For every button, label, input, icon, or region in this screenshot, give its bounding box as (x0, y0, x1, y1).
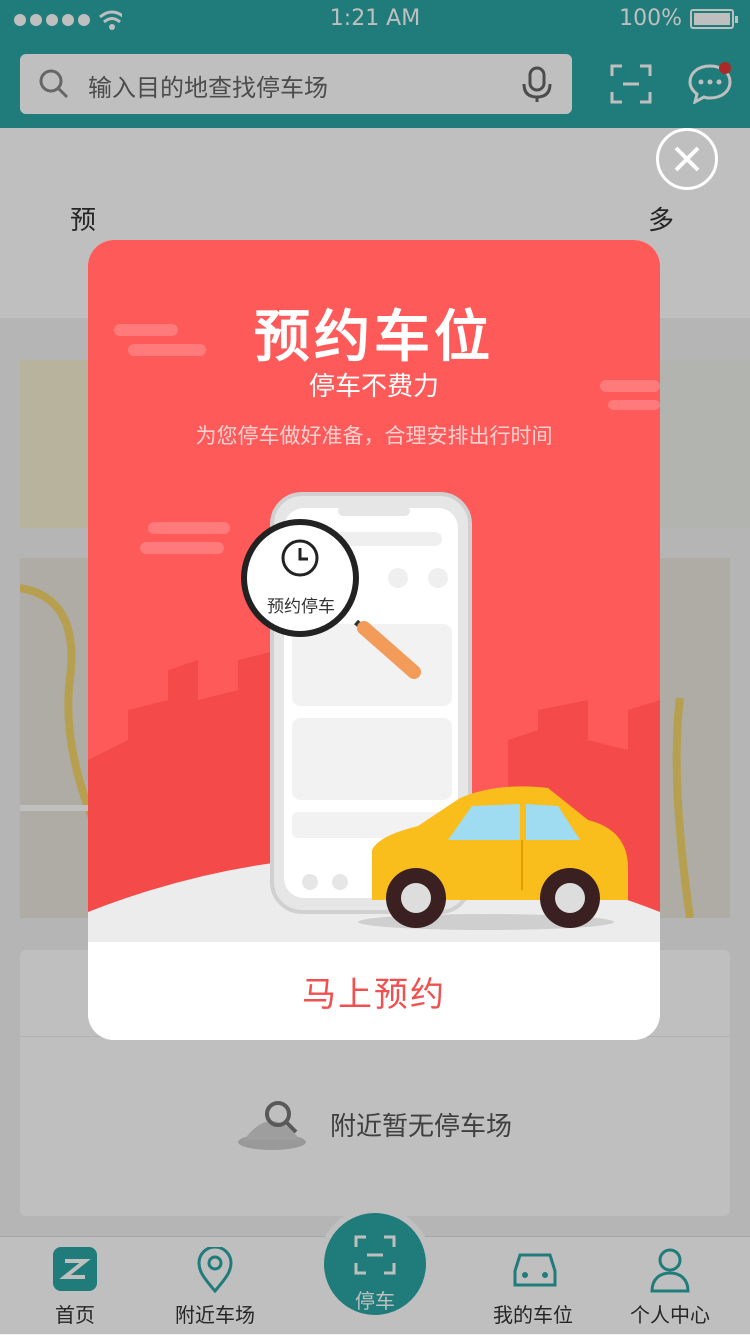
close-button[interactable] (656, 128, 718, 190)
modal-footer: 马上预约 (88, 942, 660, 1040)
modal-hero: 预约车位 停车不费力 为您停车做好准备，合理安排出行时间 预约停车 (88, 240, 660, 942)
magnifier-label: 预约停车 (267, 597, 335, 617)
reserve-now-button[interactable]: 马上预约 (88, 942, 660, 1040)
modal-description: 为您停车做好准备，合理安排出行时间 (195, 424, 553, 448)
modal-title: 预约车位 (254, 305, 494, 370)
close-icon (674, 146, 700, 172)
reservation-modal: 预约车位 停车不费力 为您停车做好准备，合理安排出行时间 预约停车 马上预约 (88, 240, 660, 1040)
modal-subtitle: 停车不费力 (308, 372, 439, 402)
